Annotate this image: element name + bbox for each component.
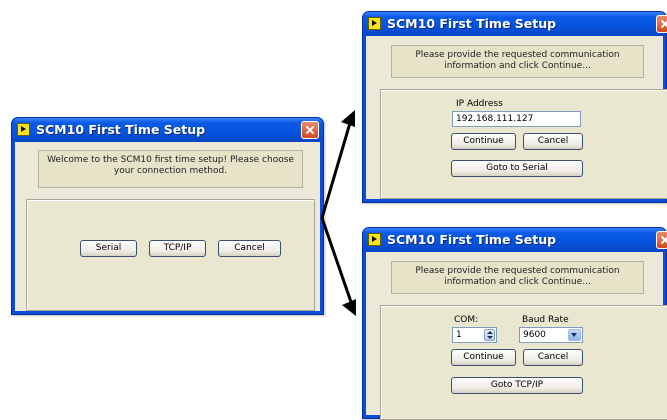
arrow-icon (320, 110, 355, 219)
arrow-down-line (320, 217, 353, 303)
flow-arrows (320, 110, 356, 316)
arrow-up-line (320, 122, 352, 219)
arrow-up-head (341, 110, 355, 127)
arrow-icon (320, 217, 356, 316)
arrow-down-head (342, 299, 356, 316)
